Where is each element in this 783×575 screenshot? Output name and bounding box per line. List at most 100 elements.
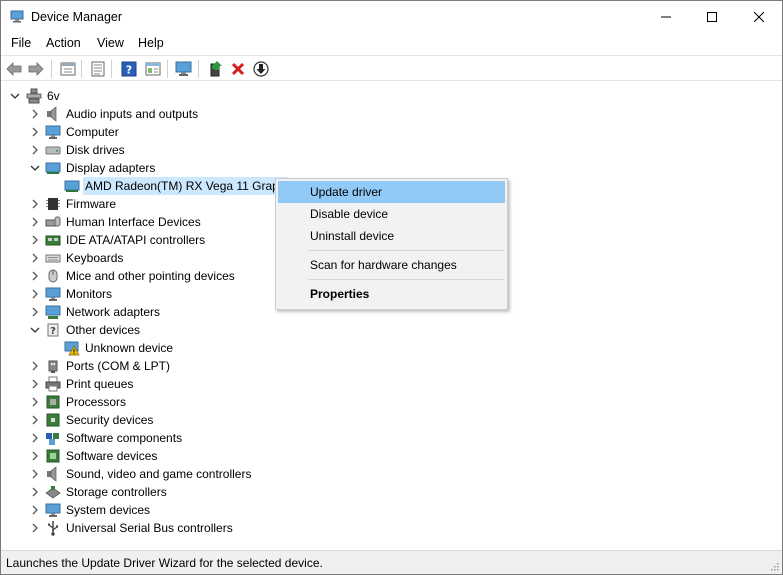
menu-view[interactable]: View — [97, 36, 124, 50]
tree-category[interactable]: Computer — [1, 123, 782, 141]
hid-icon — [45, 216, 61, 227]
forward-button[interactable] — [26, 59, 46, 79]
minimize-icon — [661, 16, 671, 18]
tree-category[interactable]: Sound, video and game controllers — [1, 465, 782, 483]
expand-toggle[interactable] — [30, 235, 40, 245]
warning-device-icon — [64, 341, 80, 356]
uninstall-device-icon — [231, 62, 245, 76]
expand-toggle[interactable] — [30, 199, 40, 209]
chevron-right-icon[interactable] — [30, 307, 40, 317]
expand-toggle[interactable] — [30, 361, 40, 371]
tree-category[interactable]: Disk drives — [1, 141, 782, 159]
close-button[interactable] — [736, 1, 782, 33]
expand-toggle[interactable] — [30, 523, 40, 533]
chevron-right-icon[interactable] — [30, 127, 40, 137]
expand-toggle[interactable] — [30, 397, 40, 407]
chevron-right-icon[interactable] — [30, 361, 40, 371]
ctx-disable-device[interactable]: Disable device — [278, 203, 505, 225]
chevron-right-icon[interactable] — [30, 109, 40, 119]
tree-category[interactable]: Ports (COM & LPT) — [1, 357, 782, 375]
tree-category[interactable]: Storage controllers — [1, 483, 782, 501]
menu-action[interactable]: Action — [46, 36, 81, 50]
status-text: Launches the Update Driver Wizard for th… — [6, 556, 323, 570]
menu-file[interactable]: File — [11, 36, 31, 50]
expand-toggle[interactable] — [30, 109, 40, 119]
back-button[interactable] — [4, 59, 24, 79]
expand-toggle[interactable] — [30, 217, 40, 227]
expand-toggle[interactable] — [30, 451, 40, 461]
expand-toggle[interactable] — [30, 145, 40, 155]
chevron-right-icon[interactable] — [30, 271, 40, 281]
chevron-right-icon[interactable] — [30, 433, 40, 443]
chevron-right-icon[interactable] — [30, 415, 40, 425]
expand-toggle[interactable] — [30, 307, 40, 317]
tree-category[interactable]: ? Other devices — [1, 321, 782, 339]
context-menu: Update driver Disable device Uninstall d… — [275, 178, 508, 310]
tree-category[interactable]: Display adapters — [1, 159, 782, 177]
expand-toggle[interactable] — [30, 253, 40, 263]
expand-toggle[interactable] — [30, 271, 40, 281]
chevron-right-icon[interactable] — [30, 469, 40, 479]
expand-toggle[interactable] — [10, 91, 20, 101]
chevron-down-icon[interactable] — [30, 325, 40, 335]
console-tree-icon — [145, 62, 161, 76]
expand-toggle[interactable] — [30, 127, 40, 137]
chevron-right-icon[interactable] — [30, 505, 40, 515]
ctx-properties[interactable]: Properties — [278, 283, 505, 305]
title-bar[interactable]: Device Manager — [1, 1, 782, 33]
tree-item-label: System devices — [66, 503, 151, 517]
ctx-update-driver[interactable]: Update driver — [278, 181, 505, 203]
expand-toggle[interactable] — [30, 379, 40, 389]
chevron-right-icon[interactable] — [30, 397, 40, 407]
expand-toggle[interactable] — [30, 505, 40, 515]
uninstall-device-button[interactable] — [228, 59, 248, 79]
chevron-right-icon[interactable] — [30, 289, 40, 299]
chevron-right-icon[interactable] — [30, 145, 40, 155]
chevron-right-icon[interactable] — [30, 253, 40, 263]
update-driver-button[interactable] — [206, 59, 226, 79]
scan-hardware-button[interactable] — [174, 59, 194, 79]
tree-item-label: IDE ATA/ATAPI controllers — [66, 233, 206, 247]
chevron-down-icon[interactable] — [30, 163, 40, 173]
help-button[interactable]: ? — [119, 59, 139, 79]
svg-text:?: ? — [50, 326, 56, 337]
firmware-icon — [46, 198, 60, 210]
menu-help[interactable]: Help — [138, 36, 164, 50]
expand-toggle[interactable] — [30, 163, 40, 173]
chevron-right-icon[interactable] — [30, 217, 40, 227]
tree-category[interactable]: System devices — [1, 501, 782, 519]
tree-item-label: Storage controllers — [66, 485, 167, 499]
chevron-right-icon[interactable] — [30, 199, 40, 209]
ctx-uninstall-device[interactable]: Uninstall device — [278, 225, 505, 247]
expand-toggle[interactable] — [30, 415, 40, 425]
expand-toggle[interactable] — [30, 325, 40, 335]
chevron-right-icon[interactable] — [30, 523, 40, 533]
expand-toggle[interactable] — [30, 289, 40, 299]
svg-text:?: ? — [126, 64, 132, 77]
expand-toggle[interactable] — [30, 469, 40, 479]
minimize-button[interactable] — [643, 1, 689, 33]
chevron-right-icon[interactable] — [30, 235, 40, 245]
chevron-down-icon[interactable] — [10, 91, 20, 101]
chevron-right-icon[interactable] — [30, 487, 40, 497]
resize-grip-icon[interactable] — [769, 561, 779, 571]
tree-device-unknown[interactable]: Unknown device — [1, 339, 782, 357]
tree-category[interactable]: Software components — [1, 429, 782, 447]
device-list-button[interactable] — [88, 59, 108, 79]
properties-view-button[interactable] — [58, 59, 78, 79]
tree-category[interactable]: Processors — [1, 393, 782, 411]
chevron-right-icon[interactable] — [30, 379, 40, 389]
expand-toggle[interactable] — [30, 433, 40, 443]
chevron-right-icon[interactable] — [30, 451, 40, 461]
tree-category[interactable]: Security devices — [1, 411, 782, 429]
maximize-button[interactable] — [689, 1, 735, 33]
tree-category[interactable]: Universal Serial Bus controllers — [1, 519, 782, 537]
ctx-scan-hardware[interactable]: Scan for hardware changes — [278, 254, 505, 276]
expand-toggle[interactable] — [30, 487, 40, 497]
tree-category[interactable]: Print queues — [1, 375, 782, 393]
console-tree-button[interactable] — [143, 59, 163, 79]
tree-category[interactable]: Audio inputs and outputs — [1, 105, 782, 123]
tree-root[interactable]: 6v — [1, 87, 782, 105]
disable-device-button[interactable] — [251, 59, 271, 79]
tree-category[interactable]: Software devices — [1, 447, 782, 465]
